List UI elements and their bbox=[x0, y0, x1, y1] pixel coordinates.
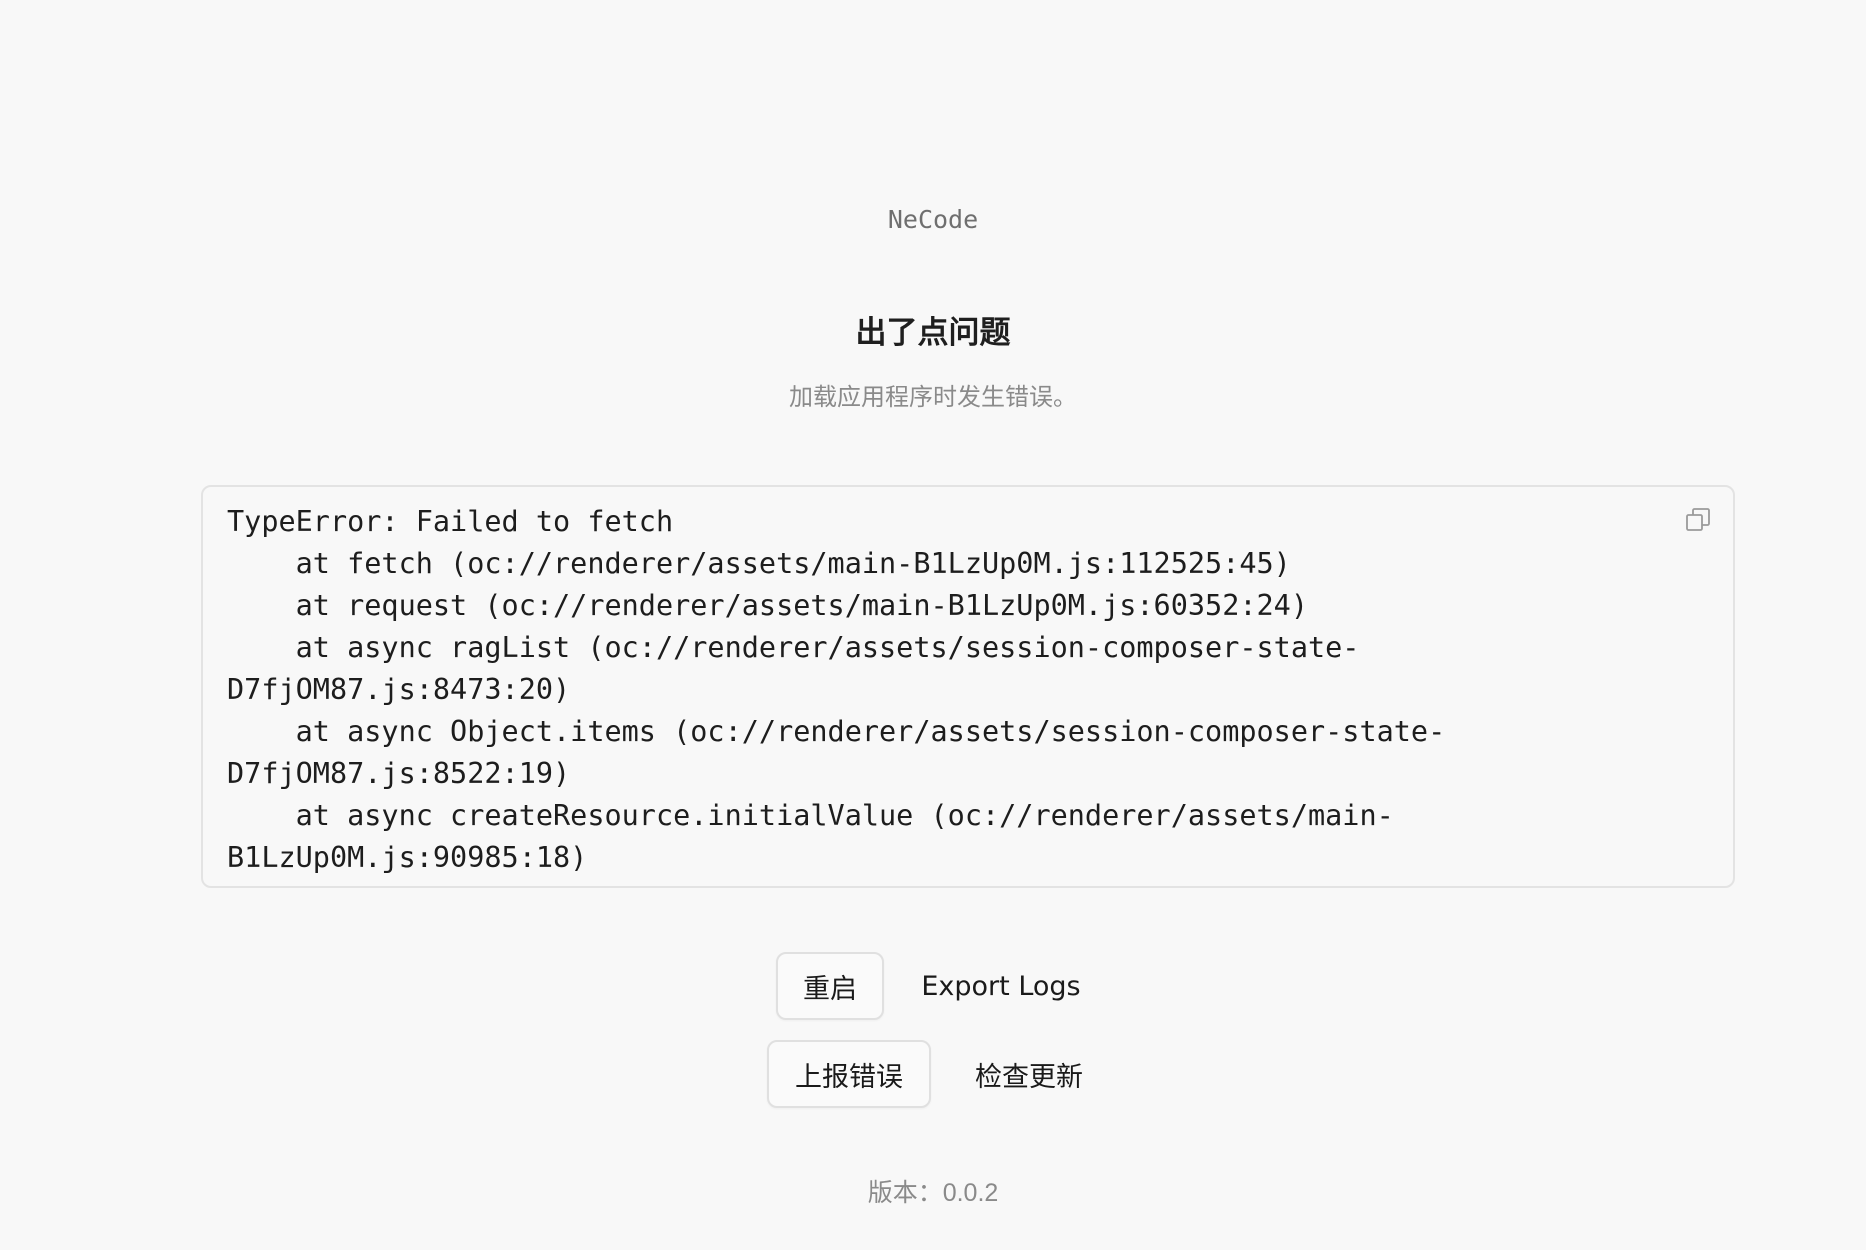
error-stack-trace[interactable]: TypeError: Failed to fetch at fetch (oc:… bbox=[227, 501, 1653, 879]
report-error-button[interactable]: 上报错误 bbox=[767, 1040, 931, 1108]
error-subtitle: 加载应用程序时发生错误。 bbox=[789, 383, 1077, 411]
error-details-panel: TypeError: Failed to fetch at fetch (oc:… bbox=[201, 485, 1735, 888]
check-update-button[interactable]: 检查更新 bbox=[959, 1040, 1099, 1108]
export-logs-button[interactable]: Export Logs bbox=[912, 952, 1090, 1020]
restart-button[interactable]: 重启 bbox=[776, 952, 884, 1020]
secondary-actions: 上报错误 检查更新 bbox=[0, 1040, 1866, 1108]
version-label: 版本：0.0.2 bbox=[867, 1179, 999, 1207]
error-title: 出了点问题 bbox=[855, 315, 1011, 351]
primary-actions: 重启 Export Logs bbox=[0, 952, 1866, 1020]
copy-icon[interactable] bbox=[1681, 503, 1715, 537]
app-name: NeCode bbox=[887, 205, 979, 234]
